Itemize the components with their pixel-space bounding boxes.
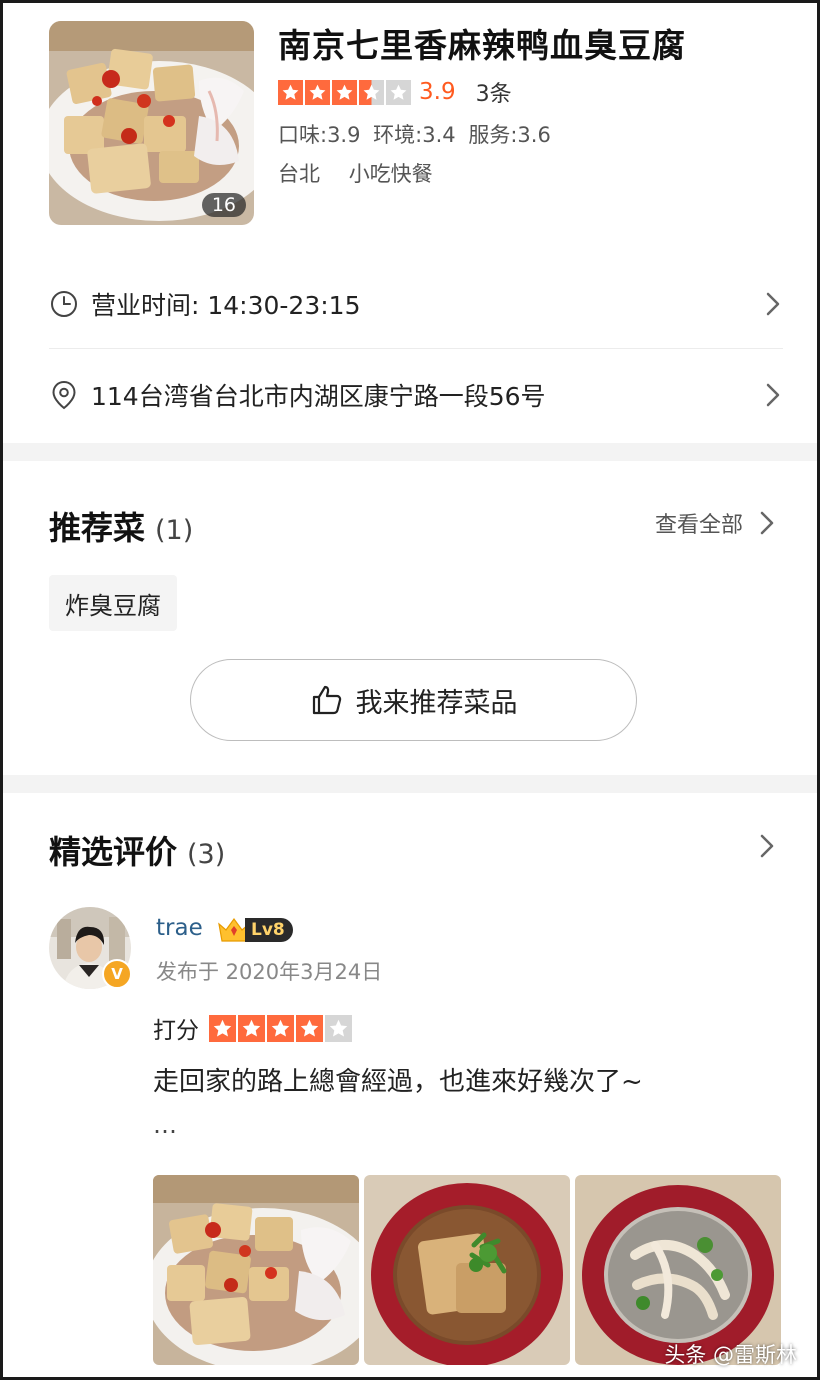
review-stars [209, 1014, 352, 1042]
reviews-title: 精选评价 [49, 833, 178, 871]
recommend-dish-button[interactable]: 我来推荐菜品 [190, 659, 637, 741]
tofu-plate-photo [153, 1175, 359, 1365]
photo-count-badge: 16 [201, 193, 246, 217]
section-separator [3, 443, 817, 461]
location-pin-icon [49, 380, 79, 410]
review-score: 打分 [153, 1011, 352, 1045]
star-icon [296, 1014, 323, 1042]
shop-rating: 3.9 3条 [278, 76, 512, 108]
sub-scores: 口味:3.9 环境:3.4 服务:3.6 [278, 119, 557, 149]
rating-value: 3.9 [419, 79, 456, 105]
app-frame: 16 南京七里香麻辣鸭血臭豆腐 3.9 3条 口味:3.9 环境:3.4 服务:… [0, 0, 820, 1380]
taste-score: 口味:3.9 [278, 123, 361, 147]
shop-name: 南京七里香麻辣鸭血臭豆腐 [278, 26, 686, 65]
chevron-right-icon [760, 511, 774, 535]
rating-stars [278, 79, 411, 105]
verified-badge: V [102, 959, 132, 989]
city-tag[interactable]: 台北 [278, 162, 320, 186]
recommend-dish-label: 我来推荐菜品 [355, 687, 518, 719]
star-icon [209, 1014, 236, 1042]
star-icon [278, 79, 303, 105]
review-photo-noodle-soup[interactable] [575, 1175, 781, 1365]
chevron-right-icon [766, 292, 780, 316]
user-level-badge: Lv8 [217, 916, 299, 944]
address: 114台湾省台北市内湖区康宁路一段56号 [91, 382, 546, 411]
review-text[interactable]: 走回家的路上總會經過，也進來好幾次了~ [153, 1061, 643, 1098]
chevron-right-icon [766, 383, 780, 407]
recommend-count: (1) [155, 515, 194, 546]
reviews-count: (3) [187, 839, 226, 870]
reviewer-name[interactable]: trae [156, 915, 203, 941]
dish-chip[interactable]: 炸臭豆腐 [49, 575, 177, 631]
noodle-soup-photo [575, 1175, 781, 1365]
star-icon [238, 1014, 265, 1042]
review-ellipsis: … [153, 1111, 177, 1139]
environment-score: 环境:3.4 [373, 123, 456, 147]
star-icon [305, 79, 330, 105]
section-separator [3, 775, 817, 793]
star-half-icon [359, 79, 384, 105]
divider [49, 348, 783, 349]
star-empty-icon [325, 1014, 352, 1042]
review-photo-soup[interactable] [364, 1175, 570, 1365]
see-all-link[interactable]: 查看全部 [655, 507, 777, 539]
thumbs-up-icon [312, 685, 341, 715]
star-icon [332, 79, 357, 105]
shop-cover-photo[interactable]: 16 [49, 21, 254, 225]
address-row[interactable]: 114台湾省台北市内湖区康宁路一段56号 [49, 365, 783, 425]
star-empty-icon [386, 79, 411, 105]
star-icon [267, 1014, 294, 1042]
business-hours: 营业时间: 14:30-23:15 [91, 291, 361, 320]
shop-tags: 台北 小吃快餐 [278, 158, 455, 188]
business-hours-row[interactable]: 营业时间: 14:30-23:15 [49, 274, 783, 334]
recommend-title: 推荐菜 [49, 509, 146, 547]
reviews-section-title: 精选评价 (3) [49, 827, 225, 873]
score-label: 打分 [153, 1018, 199, 1044]
service-score: 服务:3.6 [468, 123, 551, 147]
clock-icon [49, 289, 79, 319]
chevron-right-icon[interactable] [757, 831, 777, 861]
watermark: 头条 @雷斯林 [664, 1343, 797, 1367]
post-date: 发布于 2020年3月24日 [156, 960, 383, 984]
see-all-label: 查看全部 [654, 513, 743, 538]
review-count[interactable]: 3条 [476, 76, 512, 108]
review-photo-tofu[interactable] [153, 1175, 359, 1365]
recommend-section-title: 推荐菜 (1) [49, 503, 193, 549]
user-level: Lv8 [245, 918, 293, 942]
tofu-soup-photo [364, 1175, 570, 1365]
category-tag[interactable]: 小吃快餐 [349, 162, 433, 186]
